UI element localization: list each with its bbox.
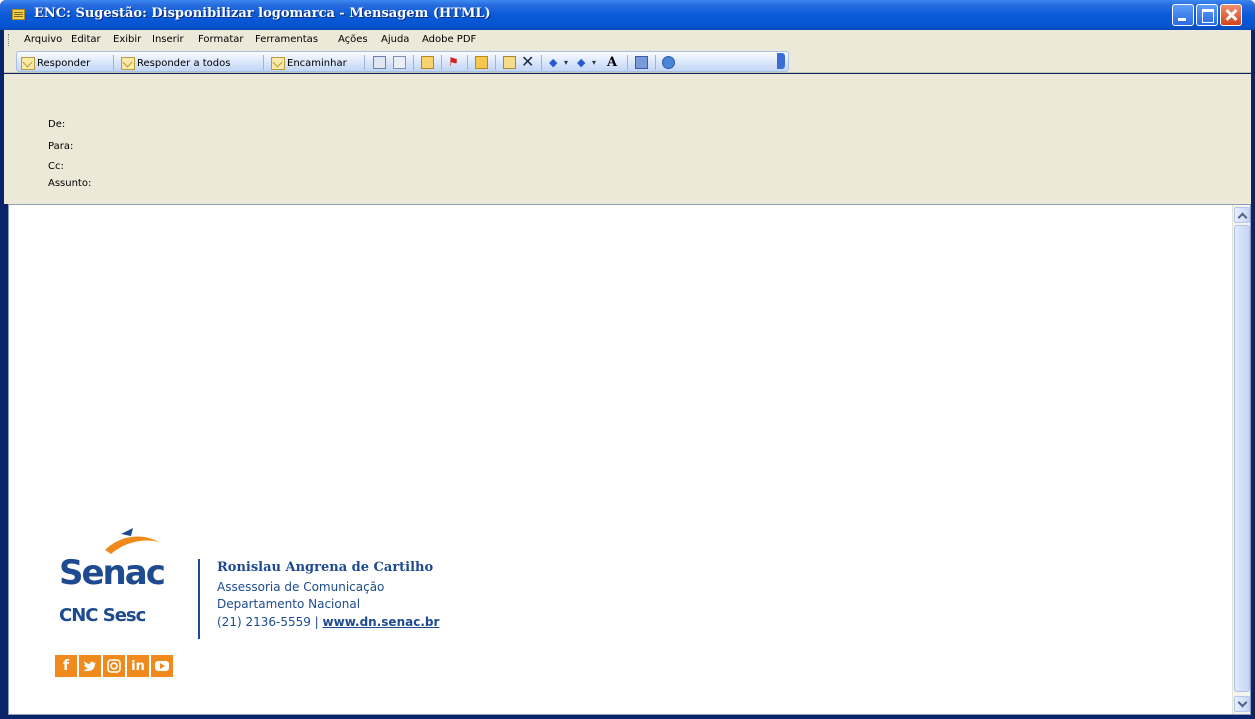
reply-all-icon xyxy=(121,56,135,70)
delete-icon[interactable]: ✕ xyxy=(521,54,534,70)
vertical-scrollbar[interactable] xyxy=(1232,205,1250,714)
toolbar-separator xyxy=(113,55,114,70)
signature-website-link[interactable]: www.dn.senac.br xyxy=(323,615,440,629)
forward-label: Encaminhar xyxy=(287,57,347,69)
signature-phone: (21) 2136-5559 | xyxy=(217,615,319,629)
flag-icon[interactable]: ⚑ xyxy=(448,56,461,69)
menu-formatar[interactable]: Formatar xyxy=(198,34,243,45)
rules-icon[interactable] xyxy=(421,56,434,69)
toolbar-separator xyxy=(541,55,542,70)
minimize-button[interactable] xyxy=(1172,4,1194,26)
scroll-down-button[interactable] xyxy=(1234,696,1250,712)
toolbar-separator xyxy=(467,55,468,70)
cnc-sesc-logos: CNC Sesc xyxy=(59,605,146,626)
toolbar-separator xyxy=(655,55,656,70)
find-contact-icon[interactable] xyxy=(635,56,648,69)
signature-divider xyxy=(198,559,200,639)
toolbar-separator xyxy=(627,55,628,70)
next-dropdown-icon[interactable]: ▾ xyxy=(592,56,605,69)
message-icon xyxy=(12,9,25,20)
next-item-icon[interactable]: ◆ xyxy=(577,56,590,69)
menu-ajuda[interactable]: Ajuda xyxy=(381,34,409,45)
maximize-button[interactable] xyxy=(1196,4,1218,26)
linkedin-icon[interactable]: in xyxy=(127,655,149,677)
menu-inserir[interactable]: Inserir xyxy=(152,34,184,45)
previous-dropdown-icon[interactable]: ▾ xyxy=(564,56,577,69)
window-title: ENC: Sugestão: Disponibilizar logomarca … xyxy=(34,6,491,21)
print-icon[interactable] xyxy=(373,56,386,69)
move-to-folder-icon[interactable] xyxy=(393,56,406,69)
message-body[interactable]: Senac CNC Sesc Ronislau Angrena de Carti… xyxy=(8,204,1251,715)
scroll-up-button[interactable] xyxy=(1234,207,1250,223)
senac-logo: Senac xyxy=(59,553,166,593)
categorize-icon[interactable] xyxy=(475,56,488,69)
subject-label: Assunto: xyxy=(48,178,92,189)
toolbar-separator xyxy=(413,55,414,70)
font-size-icon[interactable]: A xyxy=(607,56,620,69)
help-icon[interactable] xyxy=(662,56,675,69)
message-header: De: Para: Cc: Assunto: xyxy=(4,74,1251,204)
menu-adobe-pdf[interactable]: Adobe PDF xyxy=(422,34,476,45)
menu-arquivo[interactable]: Arquivo xyxy=(24,34,62,45)
email-window: ENC: Sugestão: Disponibilizar logomarca … xyxy=(0,0,1255,719)
signature-role: Assessoria de Comunicação xyxy=(217,580,385,594)
toolbar-strip: Responder Responder a todos Encaminhar ⚑ xyxy=(16,51,789,72)
toolbar-separator xyxy=(495,55,496,70)
signature-name: Ronislau Angrena de Cartilho xyxy=(217,560,434,575)
reply-button[interactable]: Responder xyxy=(21,55,90,71)
scroll-thumb[interactable] xyxy=(1234,225,1250,692)
menu-exibir[interactable]: Exibir xyxy=(113,34,141,45)
reply-icon xyxy=(21,56,35,70)
menu-grip xyxy=(8,34,10,46)
cc-label: Cc: xyxy=(48,161,64,172)
signature-contact: (21) 2136-5559 | www.dn.senac.br xyxy=(217,615,439,629)
from-label: De: xyxy=(48,119,66,130)
close-button[interactable] xyxy=(1220,4,1242,26)
previous-item-icon[interactable]: ◆ xyxy=(549,56,562,69)
menu-acoes[interactable]: Ações xyxy=(338,34,368,45)
menu-ferramentas[interactable]: Ferramentas xyxy=(255,34,318,45)
youtube-icon[interactable] xyxy=(151,655,173,677)
menu-editar[interactable]: Editar xyxy=(71,34,101,45)
reply-label: Responder xyxy=(37,57,91,69)
forward-icon xyxy=(271,56,285,70)
toolbar-separator xyxy=(364,55,365,70)
twitter-icon[interactable] xyxy=(79,655,101,677)
signature-department: Departamento Nacional xyxy=(217,597,361,611)
forward-button[interactable]: Encaminhar xyxy=(271,55,347,71)
instagram-icon[interactable] xyxy=(103,655,125,677)
to-label: Para: xyxy=(48,141,74,152)
title-bar[interactable]: ENC: Sugestão: Disponibilizar logomarca … xyxy=(0,0,1255,30)
menu-bar: Arquivo Editar Exibir Inserir Formatar F… xyxy=(4,30,1251,50)
toolbar-options-icon[interactable] xyxy=(777,53,785,69)
reply-all-label: Responder a todos xyxy=(137,57,231,69)
facebook-icon[interactable]: f xyxy=(55,655,77,677)
reply-all-button[interactable]: Responder a todos xyxy=(121,55,230,71)
toolbar-separator xyxy=(441,55,442,70)
toolbar-separator xyxy=(263,55,264,70)
junk-mail-icon[interactable] xyxy=(503,56,516,69)
standard-toolbar: Responder Responder a todos Encaminhar ⚑ xyxy=(4,50,1251,73)
